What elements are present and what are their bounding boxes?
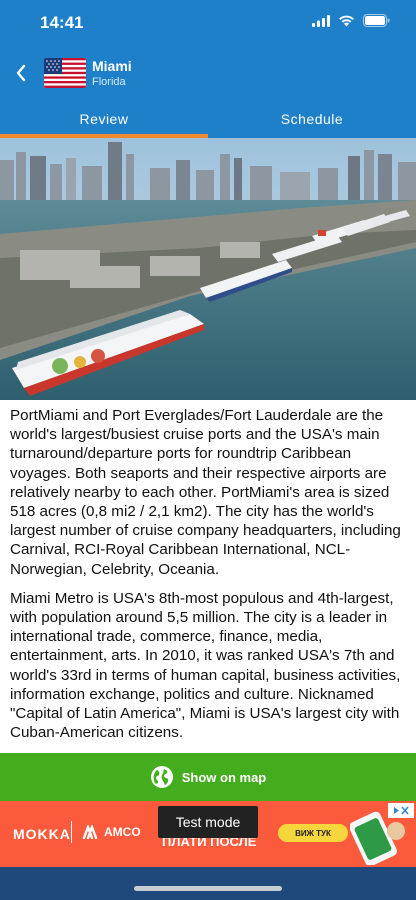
- battery-icon: [363, 14, 390, 27]
- ad-cta-button[interactable]: ВИЖ ТУК: [278, 824, 348, 842]
- tab-bar: Review Schedule: [0, 100, 416, 138]
- bottom-safe-area: [0, 867, 416, 900]
- status-bar: 14:41: [0, 0, 416, 46]
- ad-brand-secondary: AMCO: [82, 825, 141, 839]
- home-indicator[interactable]: [134, 886, 282, 891]
- chevron-left-icon: [16, 64, 26, 82]
- test-mode-badge: Test mode: [158, 806, 258, 838]
- ad-brand-mark-icon: [82, 825, 98, 839]
- show-on-map-button[interactable]: Show on map: [0, 753, 416, 801]
- status-icons: [312, 14, 390, 27]
- ad-divider: [71, 821, 72, 843]
- status-time: 14:41: [40, 13, 84, 32]
- article-content: PortMiami and Port Everglades/Fort Laude…: [10, 406, 408, 752]
- ad-choices-icon[interactable]: [388, 803, 414, 818]
- page-subtitle: Florida: [92, 76, 126, 88]
- tab-review[interactable]: Review: [0, 100, 208, 138]
- globe-icon: [150, 766, 173, 788]
- page-title: Miami: [92, 58, 132, 74]
- show-on-map-label: Show on map: [181, 769, 267, 785]
- article-paragraph: Miami Metro is USA's 8th-most populous a…: [10, 589, 401, 742]
- back-button[interactable]: [10, 59, 32, 87]
- article-paragraph: PortMiami and Port Everglades/Fort Laude…: [10, 407, 401, 578]
- ad-brand-logo: MOKKA: [13, 826, 71, 842]
- tab-schedule[interactable]: Schedule: [208, 100, 416, 138]
- nav-bar: Miami Florida: [0, 46, 416, 100]
- wifi-icon: [339, 15, 354, 26]
- ad-brand-secondary-label: AMCO: [104, 825, 141, 839]
- us-flag-icon: [44, 58, 86, 88]
- cruise-ships-port-photo: [0, 138, 416, 400]
- signal-icon: [312, 14, 330, 27]
